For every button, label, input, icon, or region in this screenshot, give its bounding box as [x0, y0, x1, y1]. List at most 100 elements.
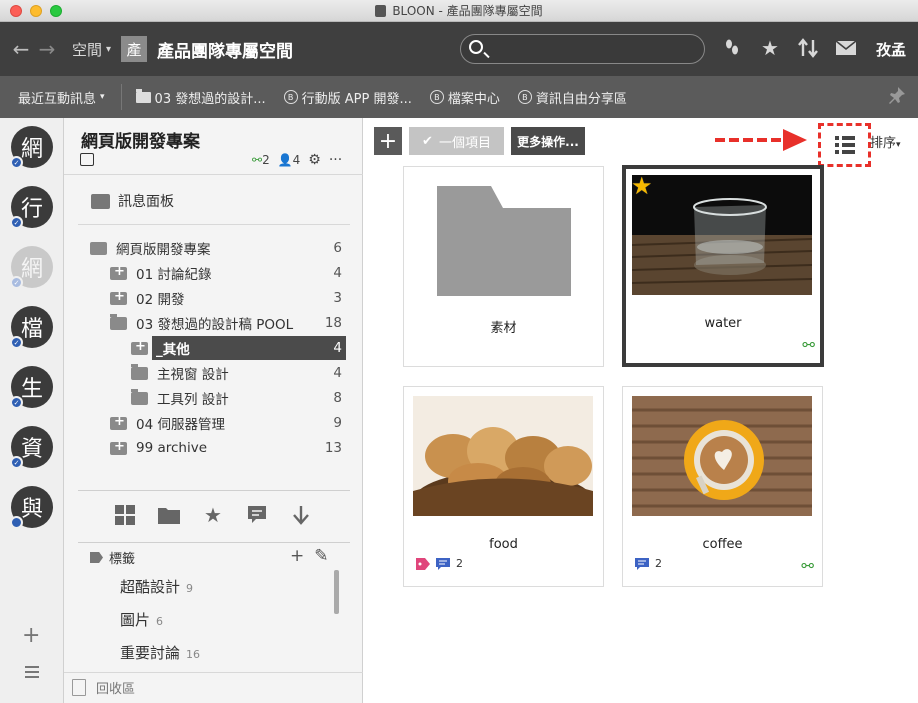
sort-dropdown[interactable]: 排序▾ — [870, 132, 901, 151]
gear-icon[interactable]: ⚙ — [308, 152, 321, 168]
space-dropdown[interactable]: 空間 ▾ — [72, 39, 111, 60]
select-count-button[interactable]: ✔ 一個項目 — [409, 127, 504, 155]
tree-item[interactable]: 99 archive 13 — [78, 436, 346, 460]
close-window-button[interactable] — [10, 5, 22, 17]
check-badge-icon: ✓ — [10, 216, 23, 229]
add-space-button[interactable]: + — [22, 623, 40, 648]
footprints-icon[interactable] — [720, 36, 744, 60]
folder-icon — [131, 388, 148, 405]
bookmark-item[interactable]: B 行動版 APP 開發... — [283, 88, 412, 107]
download-icon[interactable] — [290, 504, 312, 526]
link-icon[interactable]: ⚯ — [802, 336, 815, 354]
link-icon[interactable]: ⚯ — [801, 557, 814, 575]
recent-messages-dropdown[interactable]: 最近互動訊息 ▾ — [18, 88, 105, 107]
rail-space-label: 網 — [20, 257, 43, 282]
tree-item[interactable]: 02 開發 3 — [78, 286, 346, 310]
tree-item-label: 04 伺服器管理 — [136, 417, 225, 433]
select-count-label: 一個項目 — [438, 135, 491, 151]
toolbar-actions: ★ — [720, 36, 858, 60]
tags-scrollbar[interactable] — [334, 570, 339, 614]
link-count[interactable]: ⚯2 — [252, 153, 270, 167]
rail-space-item[interactable]: 生 ✓ — [10, 366, 53, 409]
sync-screen-icon[interactable] — [80, 153, 94, 166]
star-icon[interactable]: ★ — [202, 503, 224, 527]
sync-arrows-icon[interactable] — [796, 36, 820, 60]
comment-icon[interactable] — [246, 504, 268, 526]
folder-icon — [135, 88, 151, 103]
list-view-button[interactable] — [818, 123, 871, 167]
tag-item[interactable]: 超酷設計 9 — [120, 576, 193, 597]
message-board-link[interactable]: 訊息面板 — [91, 191, 174, 211]
more-icon[interactable]: ··· — [329, 152, 342, 168]
rail-space-item[interactable]: 網 ✓ — [10, 246, 53, 289]
card-footer: 2 — [416, 557, 463, 570]
divider — [78, 490, 350, 491]
tag-label: 圖片 — [120, 611, 151, 629]
comment-icon[interactable] — [436, 557, 450, 570]
add-item-button[interactable]: + — [374, 127, 402, 155]
maximize-window-button[interactable] — [50, 5, 62, 17]
tree-item-label: 網頁版開發專案 — [116, 242, 211, 258]
list-icon[interactable] — [25, 666, 39, 678]
bookmark-item[interactable]: B 資訊自由分享區 — [517, 88, 627, 107]
add-folder-icon — [110, 439, 127, 455]
image-card[interactable]: food 2 — [403, 386, 604, 587]
image-card-selected[interactable]: ★ water ⚯ — [622, 165, 824, 367]
folder-icon — [131, 363, 148, 380]
tree-item-count: 4 — [333, 340, 342, 356]
rail-space-item[interactable]: 資 ✓ — [10, 426, 53, 469]
more-actions-button[interactable]: 更多操作... — [511, 127, 585, 155]
minimize-window-button[interactable] — [30, 5, 42, 17]
trash-link[interactable]: 回收區 — [72, 678, 135, 697]
mail-icon[interactable] — [834, 36, 858, 60]
content-pane: + ✔ 一個項目 更多操作... 排序▾ 素材 ★ water ⚯ food 2… — [363, 118, 918, 703]
tag-item[interactable]: 圖片 6 — [120, 609, 163, 630]
tag-item[interactable]: 重要討論 16 — [120, 642, 200, 663]
pin-icon[interactable] — [888, 86, 906, 109]
back-arrow-icon[interactable]: ← — [10, 37, 32, 61]
grid-icon[interactable] — [114, 504, 136, 526]
comment-icon[interactable] — [635, 557, 649, 570]
tag-icon — [90, 552, 103, 563]
bread-basket-image — [413, 396, 593, 516]
tag-icon[interactable] — [416, 557, 430, 570]
tree-item-selected[interactable]: _其他 4 — [152, 336, 346, 360]
bloon-circle-icon: B — [517, 90, 532, 104]
tree-item[interactable]: 04 伺服器管理 9 — [78, 411, 346, 435]
tag-label: 重要討論 — [120, 644, 181, 662]
card-name: water — [704, 316, 742, 331]
star-icon[interactable]: ★ — [758, 36, 782, 60]
rail-space-item[interactable]: 檔 ✓ — [10, 306, 53, 349]
check-folder-icon — [90, 241, 107, 255]
search-input[interactable] — [495, 40, 695, 60]
tree-item[interactable]: 01 討論紀錄 4 — [78, 261, 346, 285]
member-count[interactable]: 👤4 — [278, 153, 301, 167]
window-titlebar: BLOON - 產品團隊專屬空間 — [0, 0, 918, 22]
bookmark-item[interactable]: B 檔案中心 — [429, 88, 500, 107]
rail-space-item[interactable]: 行 ✓ — [10, 186, 53, 229]
add-folder-icon — [110, 289, 127, 305]
tag-count: 6 — [156, 615, 164, 628]
tree-item[interactable]: 網頁版開發專案 6 — [78, 236, 346, 260]
comment-count: 2 — [456, 557, 463, 570]
user-name[interactable]: 孜孟 — [876, 39, 906, 60]
add-tag-button[interactable]: + — [290, 546, 304, 566]
tree-item[interactable]: 03 發想過的設計稿 POOL 18 — [78, 311, 346, 335]
project-sidebar: 網頁版開發專案 ⚯2 👤4 ⚙ ··· 訊息面板 網頁版開發專案 6 01 討論… — [64, 118, 363, 703]
rail-space-item[interactable]: 網 ✓ — [10, 126, 53, 169]
folder-icon[interactable] — [158, 504, 180, 526]
forward-arrow-icon[interactable]: → — [36, 37, 58, 61]
bookmark-label: 行動版 APP 開發... — [301, 91, 412, 107]
bookmark-item[interactable]: 03 發想過的設計... — [135, 88, 266, 107]
search-box[interactable] — [460, 34, 705, 64]
rail-space-item[interactable]: 與 — [10, 486, 53, 529]
link-count-value: 2 — [262, 153, 270, 167]
food-thumbnail — [413, 396, 593, 516]
tree-item-label: 99 archive — [136, 440, 208, 456]
edit-tag-pencil-icon[interactable]: ✎ — [314, 546, 328, 566]
starred-icon[interactable]: ★ — [631, 172, 653, 200]
tree-item[interactable]: 工具列 設計 8 — [78, 386, 346, 410]
folder-card[interactable]: 素材 — [403, 166, 604, 367]
tree-item[interactable]: 主視窗 設計 4 — [78, 361, 346, 385]
image-card[interactable]: coffee 2 ⚯ — [622, 386, 823, 587]
